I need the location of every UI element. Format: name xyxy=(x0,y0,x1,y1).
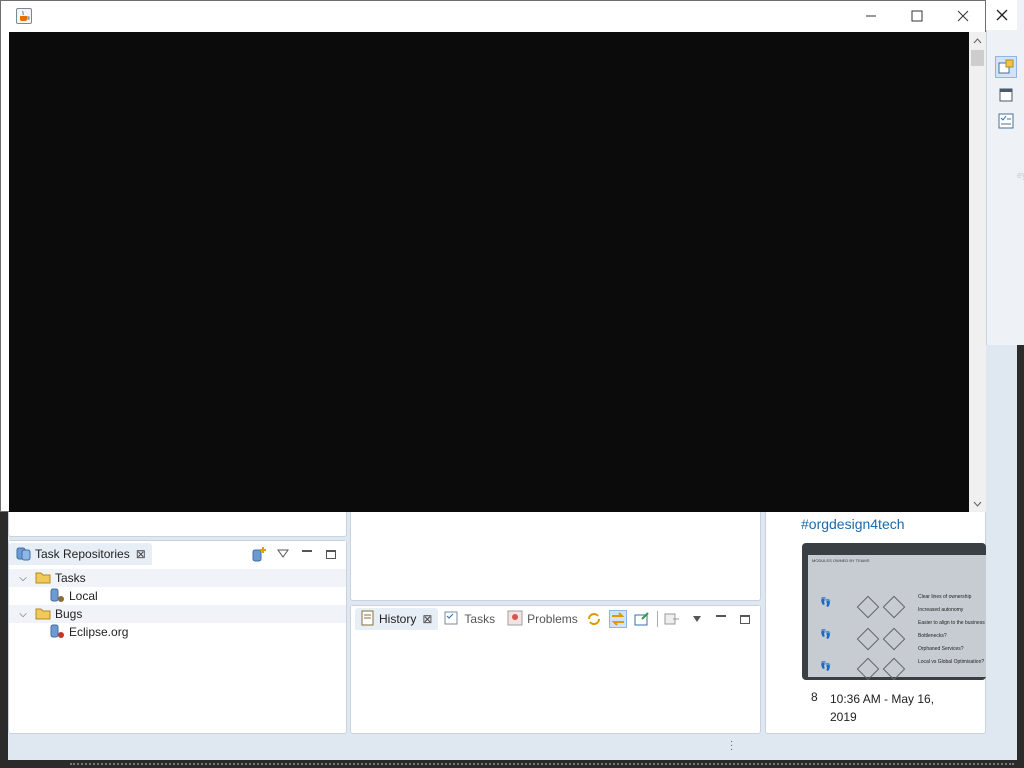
team-figure-icon: 👣 xyxy=(820,597,832,607)
minimize-view-icon[interactable] xyxy=(298,545,316,563)
slide-bullets: Clear lines of ownership Increased auton… xyxy=(918,591,986,669)
maximize-view-icon[interactable] xyxy=(736,610,754,628)
slide-bullet: Clear lines of ownership xyxy=(918,594,972,600)
tweet-timestamp[interactable]: 10:36 AM - May 16, 2019 xyxy=(830,690,960,726)
task-list-icon xyxy=(444,610,460,629)
like-count: 8 xyxy=(811,690,818,704)
bugzilla-repository-icon xyxy=(49,623,65,642)
minimize-view-icon[interactable] xyxy=(712,610,730,628)
team-figure-icon: 👣 xyxy=(820,629,832,639)
slide-bullet: Orphaned Services? xyxy=(918,646,964,652)
tab-tasks[interactable]: Tasks xyxy=(438,608,501,630)
tree-label-tasks: Tasks xyxy=(55,571,86,585)
tab-task-repositories-label: Task Repositories xyxy=(35,547,130,561)
maximize-button[interactable] xyxy=(894,1,940,31)
tree-label-local: Local xyxy=(69,589,98,603)
toolbar-separator xyxy=(657,611,658,627)
chevron-down-icon[interactable]: ⌵ xyxy=(15,609,31,620)
module-hexagon xyxy=(882,595,906,619)
module-hexagon xyxy=(856,627,880,651)
local-repository-icon xyxy=(49,587,65,606)
slide-photo: MODULES OWNED BY TEAMS 👣 👣 👣 Clear lines… xyxy=(808,555,986,680)
task-perspective-icon[interactable] xyxy=(995,110,1017,132)
view-menu-icon[interactable] xyxy=(274,545,292,563)
desktop-edge-bottom xyxy=(0,760,1024,768)
module-hexagon xyxy=(856,595,880,619)
tab-problems-label: Problems xyxy=(527,612,578,626)
folder-icon xyxy=(35,570,51,587)
slide-bullet: Easier to align to the business xyxy=(918,620,985,626)
tree-label-bugs: Bugs xyxy=(55,607,83,621)
default-perspective-icon[interactable] xyxy=(995,84,1017,106)
close-tab-icon[interactable]: ⊠ xyxy=(136,547,146,561)
module-hexagon xyxy=(882,657,906,680)
tab-history[interactable]: History ⊠ xyxy=(355,608,439,630)
tab-tasks-label: Tasks xyxy=(464,612,496,626)
tweet-image[interactable]: MODULES OWNED BY TEAMS 👣 👣 👣 Clear lines… xyxy=(802,543,986,680)
close-tab-icon[interactable]: ⊠ xyxy=(422,612,432,626)
module-hexagon xyxy=(882,627,906,651)
pin-view-icon[interactable] xyxy=(633,610,651,628)
upper-middle-view xyxy=(350,505,761,601)
history-icon xyxy=(361,610,375,629)
tab-problems[interactable]: Problems xyxy=(501,608,584,630)
slide-bullet: Bottlenecks? xyxy=(918,633,947,639)
scroll-up-arrow-icon[interactable] xyxy=(969,32,986,49)
tree-row-tasks[interactable]: ⌵ Tasks xyxy=(9,569,346,587)
status-bar-grip-icon[interactable]: · · · xyxy=(730,737,733,755)
dotted-divider xyxy=(70,763,1014,765)
problems-icon xyxy=(507,610,523,629)
minimize-button[interactable] xyxy=(848,1,894,31)
history-toolbar xyxy=(585,610,754,628)
tree-row-bugs[interactable]: ⌵ Bugs xyxy=(9,605,346,623)
folder-icon xyxy=(35,606,51,623)
tree-row-eclipse-org[interactable]: Eclipse.org xyxy=(9,623,346,641)
open-perspective-icon[interactable] xyxy=(995,56,1017,78)
chevron-down-icon[interactable]: ⌵ xyxy=(15,573,31,584)
slide-heading: MODULES OWNED BY TEAMS xyxy=(812,558,870,563)
task-repository-icon xyxy=(15,545,31,564)
task-repositories-tabbar: Task Repositories ⊠ xyxy=(9,541,346,567)
scrollbar-thumb[interactable] xyxy=(971,50,984,66)
view-menu-icon[interactable] xyxy=(688,610,706,628)
java-canvas[interactable] xyxy=(9,32,969,512)
compare-mode-icon[interactable] xyxy=(664,610,682,628)
module-hexagon xyxy=(856,657,880,680)
slide-bullet: Increased autonomy xyxy=(918,607,964,613)
tab-task-repositories[interactable]: Task Repositories ⊠ xyxy=(9,543,152,565)
window-edge-text: ey xyxy=(1017,170,1024,180)
tree-label-eclipse-org: Eclipse.org xyxy=(69,625,129,639)
slide-bullet: Local vs Global Optimisation? xyxy=(918,659,985,665)
task-repositories-toolbar xyxy=(250,545,340,563)
scroll-down-arrow-icon[interactable] xyxy=(969,495,986,512)
status-bar: · · · xyxy=(8,734,1017,760)
eclipse-close-button[interactable] xyxy=(986,0,1017,30)
maximize-view-icon[interactable] xyxy=(322,545,340,563)
hashtag-link[interactable]: #orgdesign4tech xyxy=(801,516,905,532)
close-button[interactable] xyxy=(940,1,986,31)
tab-history-label: History xyxy=(379,612,417,626)
java-window xyxy=(0,0,986,512)
add-repository-icon[interactable] xyxy=(250,545,268,563)
refresh-icon[interactable] xyxy=(585,610,603,628)
task-repositories-view: Task Repositories ⊠ ⌵ Tasks Local ⌵ Bugs… xyxy=(8,540,347,734)
java-title-bar[interactable] xyxy=(1,1,985,31)
link-with-editor-icon[interactable] xyxy=(609,610,627,628)
team-figure-icon: 👣 xyxy=(820,661,832,671)
history-view: History ⊠ Tasks Problems xyxy=(350,605,761,734)
java-cup-icon xyxy=(16,8,32,24)
repository-tree: ⌵ Tasks Local ⌵ Bugs Eclipse.org xyxy=(9,569,346,641)
tree-row-local[interactable]: Local xyxy=(9,587,346,605)
vertical-scrollbar[interactable] xyxy=(969,32,986,512)
history-tabbar: History ⊠ Tasks Problems xyxy=(351,606,760,632)
